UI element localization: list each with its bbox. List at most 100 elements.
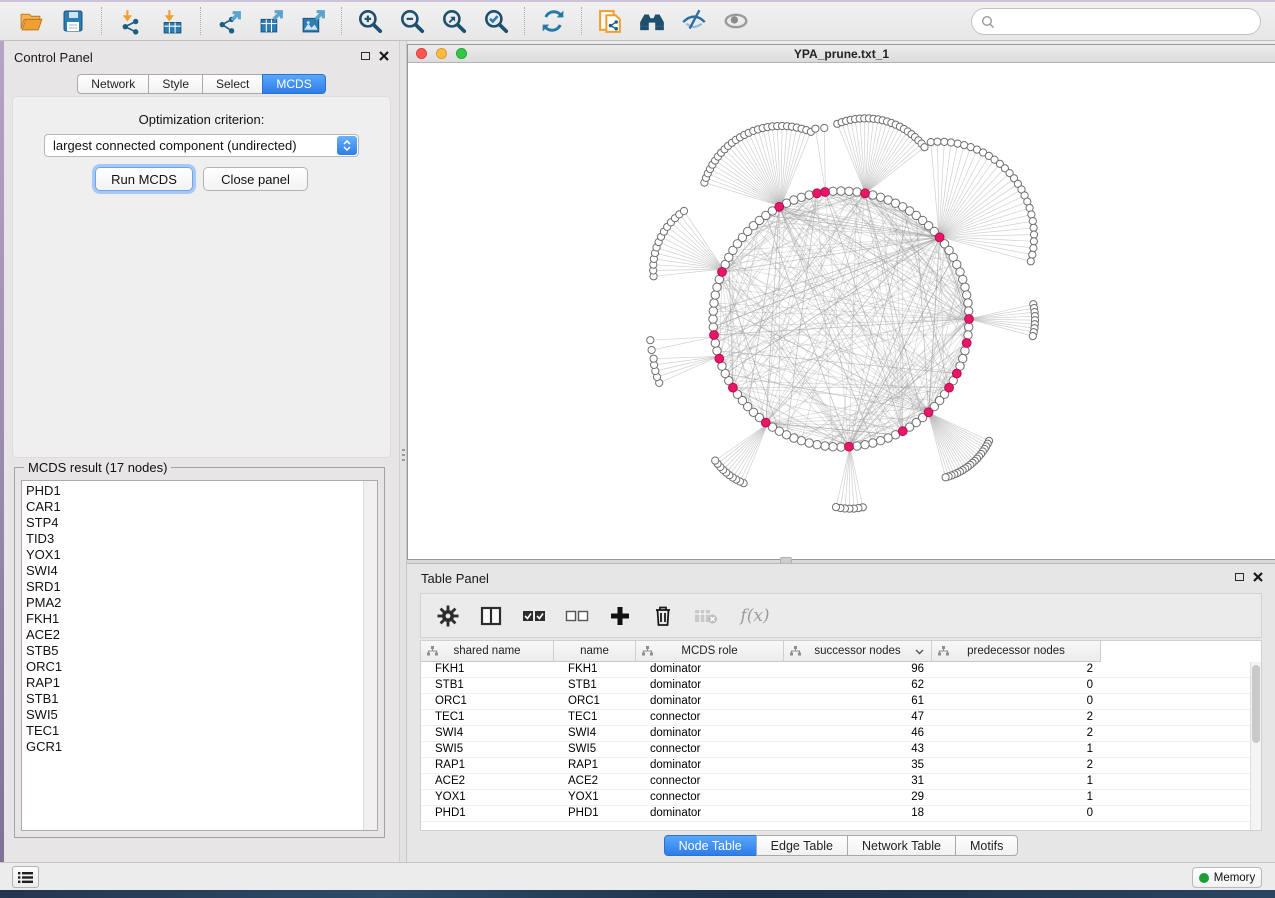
float-panel-icon[interactable] (361, 52, 370, 60)
mcds-network-node[interactable] (775, 202, 784, 211)
mcds-result-item[interactable]: SRD1 (26, 579, 377, 595)
network-node[interactable] (821, 124, 828, 131)
network-canvas[interactable] (408, 63, 1274, 559)
mcds-result-item[interactable]: PHD1 (26, 483, 377, 499)
close-panel-button[interactable]: Close panel (203, 167, 308, 191)
mcds-result-item[interactable]: STP4 (26, 515, 377, 531)
zoom-out-icon[interactable] (391, 4, 433, 38)
network-node[interactable] (797, 193, 805, 201)
export-table-icon[interactable] (250, 4, 292, 38)
network-node[interactable] (964, 299, 972, 307)
tab-network-table[interactable]: Network Table (847, 835, 956, 856)
network-node[interactable] (837, 187, 845, 195)
network-node[interactable] (813, 441, 821, 449)
mcds-result-item[interactable]: ORC1 (26, 659, 377, 675)
table-row[interactable]: FKH1FKH1dominator962 (421, 662, 1250, 678)
network-node[interactable] (647, 337, 654, 344)
mcds-result-item[interactable]: STB1 (26, 691, 377, 707)
network-node[interactable] (861, 441, 869, 449)
task-history-icon[interactable] (12, 866, 39, 888)
run-mcds-button[interactable]: Run MCDS (95, 167, 193, 191)
network-node[interactable] (812, 125, 819, 132)
mcds-result-item[interactable]: TEC1 (26, 723, 377, 739)
network-node[interactable] (963, 291, 971, 299)
network-node[interactable] (648, 347, 655, 354)
network-node[interactable] (713, 347, 721, 355)
close-panel-icon[interactable] (379, 51, 389, 61)
mcds-network-node[interactable] (898, 427, 907, 436)
column-header-shared-name[interactable]: shared name (421, 641, 554, 662)
zoom-selected-icon[interactable] (475, 4, 517, 38)
network-node[interactable] (1029, 251, 1036, 258)
table-scrollbar[interactable] (1250, 662, 1261, 830)
mcds-result-item[interactable]: YOX1 (26, 547, 377, 563)
network-node[interactable] (964, 331, 972, 339)
table-row[interactable]: TEC1TEC1connector472 (421, 710, 1250, 726)
network-node[interactable] (709, 323, 717, 331)
network-node[interactable] (821, 442, 829, 450)
network-node[interactable] (1029, 218, 1036, 225)
mcds-network-node[interactable] (761, 418, 770, 427)
mcds-result-listbox[interactable]: PHD1CAR1STP4TID3YOX1SWI4SRD1PMA2FKH1ACE2… (21, 480, 378, 831)
add-column-icon[interactable] (607, 603, 633, 629)
network-node[interactable] (927, 139, 934, 146)
column-header-name[interactable]: name (554, 641, 636, 662)
network-node[interactable] (710, 299, 718, 307)
mcds-network-node[interactable] (715, 354, 724, 363)
mcds-network-node[interactable] (965, 315, 974, 324)
import-table-icon[interactable] (151, 4, 193, 38)
vertical-splitter[interactable] (399, 41, 407, 862)
network-node[interactable] (1030, 224, 1037, 231)
search-input[interactable] (1001, 12, 1260, 32)
network-node[interactable] (805, 191, 813, 199)
open-file-icon[interactable] (10, 4, 52, 38)
mcds-network-node[interactable] (952, 369, 961, 378)
zoom-in-icon[interactable] (349, 4, 391, 38)
mcds-result-item[interactable]: STB5 (26, 643, 377, 659)
mcds-network-node[interactable] (729, 383, 738, 392)
network-node[interactable] (921, 144, 928, 151)
network-node[interactable] (934, 138, 941, 145)
network-node[interactable] (947, 139, 954, 146)
network-node[interactable] (959, 275, 967, 283)
network-node[interactable] (954, 140, 961, 147)
export-image-icon[interactable] (292, 4, 334, 38)
table-row[interactable]: SWI4SWI4dominator462 (421, 726, 1250, 742)
table-row[interactable]: STB1STB1dominator620 (421, 678, 1250, 694)
mcds-network-node[interactable] (962, 339, 971, 348)
network-node[interactable] (680, 207, 687, 214)
mcds-result-item[interactable]: CAR1 (26, 499, 377, 515)
network-node[interactable] (829, 443, 837, 451)
network-node[interactable] (713, 283, 721, 291)
criterion-select[interactable]: largest connected component (undirected) (44, 134, 359, 157)
show-all-columns-icon[interactable] (521, 603, 547, 629)
import-network-icon[interactable] (109, 4, 151, 38)
tab-style[interactable]: Style (148, 74, 203, 94)
column-header-predecessor-nodes[interactable]: predecessor nodes (932, 641, 1101, 662)
network-node[interactable] (832, 504, 839, 511)
zoom-fit-icon[interactable] (433, 4, 475, 38)
tab-select[interactable]: Select (202, 74, 263, 94)
hide-all-columns-icon[interactable] (564, 603, 590, 629)
network-node[interactable] (711, 291, 719, 299)
network-node[interactable] (869, 191, 877, 199)
show-all-icon[interactable] (715, 4, 757, 38)
network-node[interactable] (961, 283, 969, 291)
network-node[interactable] (942, 474, 949, 481)
mcds-network-node[interactable] (935, 233, 944, 242)
settings-gear-icon[interactable] (435, 603, 461, 629)
network-node[interactable] (650, 355, 657, 362)
network-window-titlebar[interactable]: YPA_prune.txt_1 (408, 45, 1275, 63)
mcds-network-node[interactable] (813, 189, 822, 198)
network-node[interactable] (1027, 258, 1034, 265)
memory-button[interactable]: Memory (1192, 867, 1262, 888)
network-node[interactable] (709, 307, 717, 315)
mcds-network-node[interactable] (710, 331, 719, 340)
column-header-mcds-role[interactable]: MCDS role (636, 641, 784, 662)
refresh-icon[interactable] (532, 4, 574, 38)
mcds-result-item[interactable]: GCR1 (26, 739, 377, 755)
table-row[interactable]: SWI5SWI5connector431 (421, 742, 1250, 758)
network-node[interactable] (1030, 245, 1037, 252)
network-node[interactable] (965, 307, 973, 315)
delete-column-icon[interactable] (650, 603, 676, 629)
